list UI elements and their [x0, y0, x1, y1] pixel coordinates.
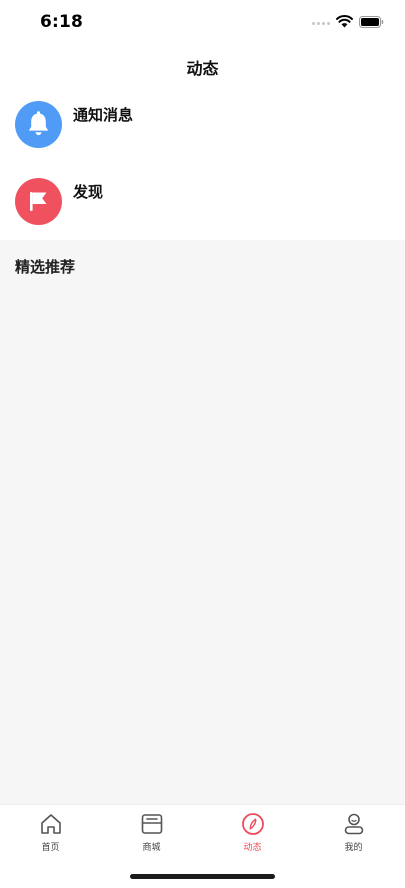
- compass-icon: [242, 813, 264, 835]
- page-title: 动态: [186, 59, 219, 78]
- cellular-signal-icon: [312, 22, 330, 26]
- bell-icon: [15, 101, 62, 148]
- wifi-icon: [336, 15, 353, 28]
- menu-item-label: 发现: [73, 183, 104, 201]
- tab-label: 动态: [243, 843, 262, 853]
- section-title: 精选推荐: [15, 258, 76, 276]
- tab-moments[interactable]: 动态: [202, 805, 303, 861]
- tab-home[interactable]: 首页: [0, 805, 101, 861]
- home-icon: [41, 814, 61, 834]
- flag-icon: [15, 178, 62, 225]
- tab-label: 首页: [41, 843, 60, 853]
- store-icon: [141, 814, 163, 834]
- menu-item-discover[interactable]: 发现: [0, 178, 405, 242]
- menu-item-notifications[interactable]: 通知消息: [0, 101, 405, 165]
- menu-item-label: 通知消息: [73, 106, 134, 124]
- tab-profile[interactable]: 我的: [303, 805, 404, 861]
- home-indicator[interactable]: [130, 874, 275, 879]
- tab-label: 我的: [344, 843, 363, 853]
- profile-icon: [344, 813, 364, 835]
- tab-store[interactable]: 商城: [101, 805, 202, 861]
- battery-icon: [359, 16, 384, 28]
- status-time: 6:18: [40, 12, 84, 32]
- tab-label: 商城: [142, 843, 161, 853]
- status-bar: 6:18: [0, 0, 405, 44]
